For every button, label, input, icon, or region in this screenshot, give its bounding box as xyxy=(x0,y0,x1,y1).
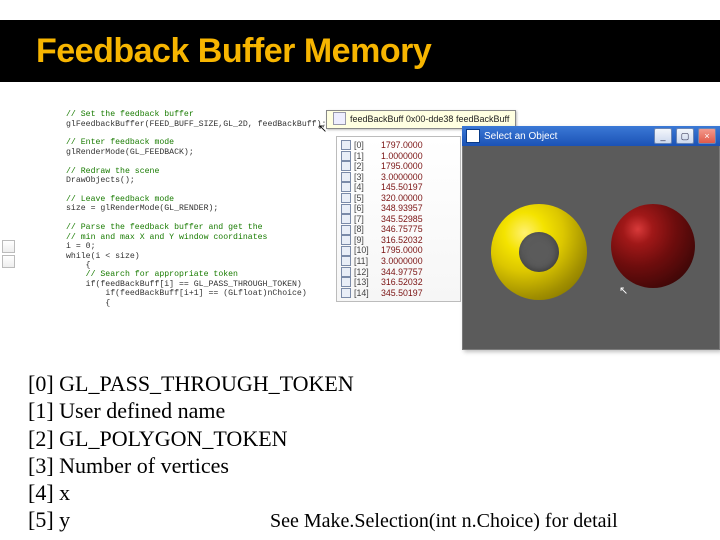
opengl-viewport[interactable]: ↖ xyxy=(462,146,720,350)
array-icon xyxy=(341,256,351,266)
code-block: // Set the feedback buffer glFeedbackBuf… xyxy=(66,110,356,308)
array-icon xyxy=(341,277,351,287)
slide-root: Feedback Buffer Memory // Set the feedba… xyxy=(0,0,720,540)
sphere-shape xyxy=(611,204,695,288)
screenshot-pane: // Set the feedback buffer glFeedbackBuf… xyxy=(36,96,684,354)
minimize-button[interactable]: _ xyxy=(654,128,672,144)
app-icon xyxy=(466,129,480,143)
array-icon xyxy=(341,151,351,161)
watch-panel: [0]1797.0000 [1]1.0000000 [2]1795.0000 [… xyxy=(336,136,461,302)
array-icon xyxy=(341,235,351,245)
torus-shape xyxy=(491,204,587,300)
array-icon xyxy=(333,112,346,125)
array-icon xyxy=(341,225,351,235)
array-icon xyxy=(341,193,351,203)
maximize-button[interactable]: ▢ xyxy=(676,128,694,144)
footnote: See Make.Selection(int n.Choice) for det… xyxy=(270,510,618,533)
array-icon xyxy=(341,140,351,150)
margin-icon xyxy=(2,240,15,253)
breakpoint-margin xyxy=(2,240,15,268)
margin-icon xyxy=(2,255,15,268)
array-icon xyxy=(341,246,351,256)
mouse-cursor-icon: ↖ xyxy=(619,284,628,297)
window-title: Select an Object xyxy=(484,131,557,142)
array-icon xyxy=(341,288,351,298)
window-titlebar: Select an Object _ ▢ × xyxy=(462,126,720,146)
array-icon xyxy=(341,172,351,182)
opengl-window: Select an Object _ ▢ × ↖ xyxy=(462,126,720,350)
slide-title: Feedback Buffer Memory xyxy=(36,32,431,71)
array-icon xyxy=(341,161,351,171)
title-bar: Feedback Buffer Memory xyxy=(0,20,720,82)
close-button[interactable]: × xyxy=(698,128,716,144)
array-icon xyxy=(341,182,351,192)
array-icon xyxy=(341,204,351,214)
array-icon xyxy=(341,214,351,224)
array-icon xyxy=(341,267,351,277)
